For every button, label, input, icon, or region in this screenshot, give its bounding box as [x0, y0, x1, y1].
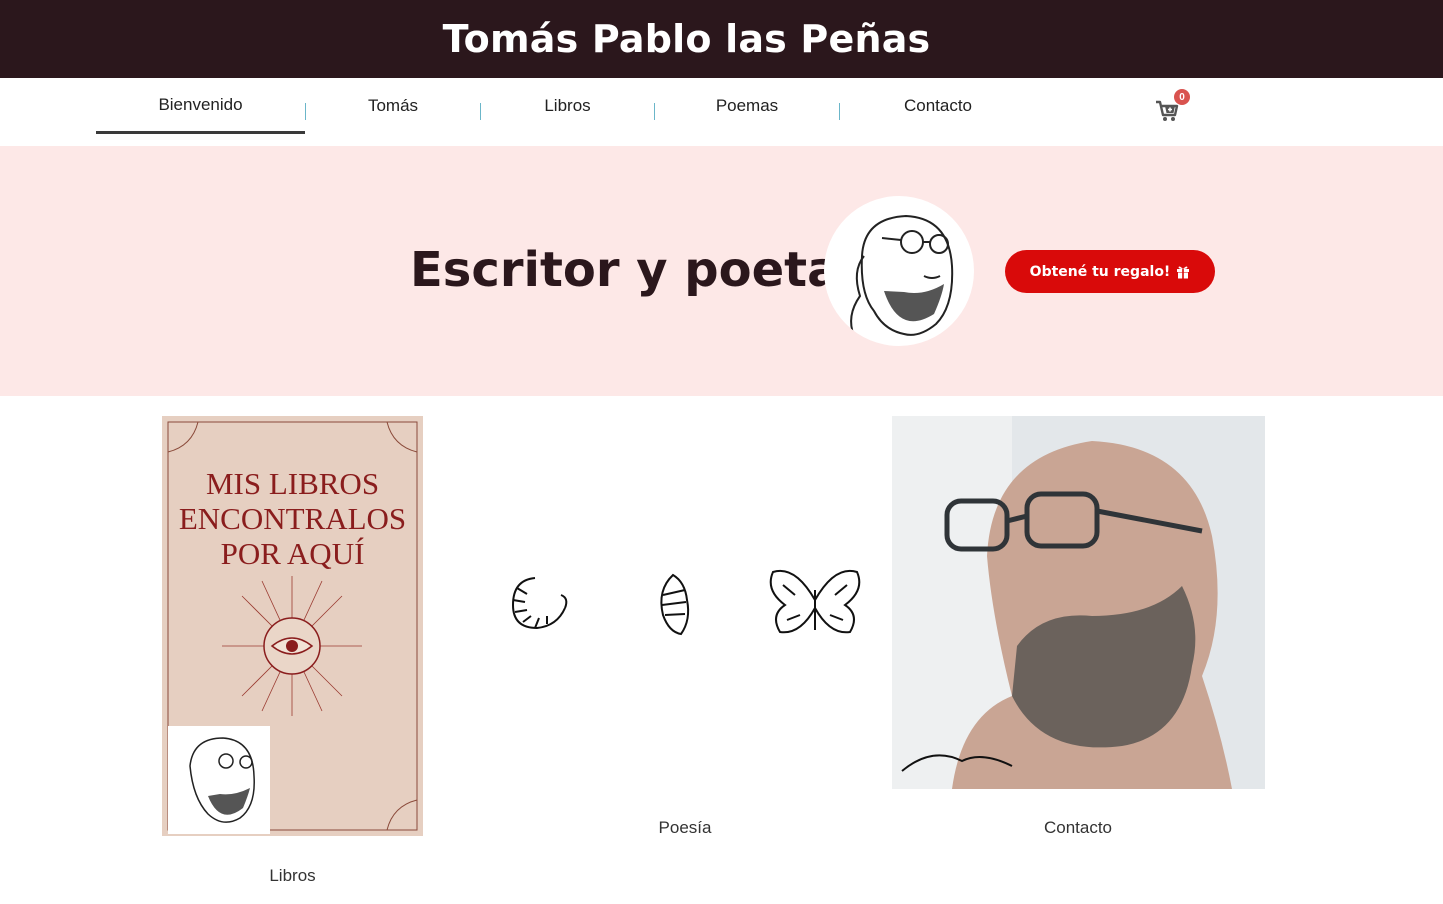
nav-item-contacto[interactable]: Contacto [840, 78, 1036, 134]
hero-title: Escritor y poeta [410, 242, 840, 298]
nav-item-tomas[interactable]: Tomás [306, 78, 480, 134]
gift-button-label: Obtené tu regalo! [1029, 263, 1171, 280]
chrysalis-icon [660, 573, 690, 636]
gift-icon [1177, 266, 1190, 279]
nav-item-poemas[interactable]: Poemas [655, 78, 839, 134]
nav-item-libros[interactable]: Libros [481, 78, 654, 134]
author-sketch-portrait [850, 214, 954, 337]
main-nav: Bienvenido Tomás Libros Poemas Contacto [0, 78, 1443, 146]
contact-card[interactable] [892, 416, 1265, 789]
books-card[interactable]: MIS LIBROS ENCONTRALOS POR AQUÍ [162, 416, 423, 836]
butterfly-icon [769, 569, 861, 634]
caterpillar-icon [511, 577, 568, 630]
nav-item-bienvenido[interactable]: Bienvenido [96, 78, 305, 134]
books-cover-line: ENCONTRALOS [178, 501, 407, 536]
books-cover-line: MIS LIBROS [205, 466, 380, 501]
poetry-caption[interactable]: Poesía [555, 818, 815, 838]
books-cover-line: POR AQUÍ [220, 536, 365, 571]
books-author-photo [168, 726, 270, 834]
author-avatar [824, 196, 974, 346]
books-cover-title: MIS LIBROS ENCONTRALOS POR AQUÍ [162, 466, 423, 571]
author-photo [892, 416, 1265, 789]
site-title[interactable]: Tomás Pablo las Peñas [443, 17, 931, 61]
poetry-card[interactable] [495, 560, 875, 650]
cart-count-badge: 0 [1174, 89, 1190, 105]
books-caption[interactable]: Libros [162, 866, 423, 886]
hero-section: Escritor y poeta Obtené tu regalo! [0, 146, 1443, 396]
get-gift-button[interactable]: Obtené tu regalo! [1005, 250, 1215, 293]
site-header: Tomás Pablo las Peñas [0, 0, 1443, 78]
contact-caption[interactable]: Contacto [948, 818, 1208, 838]
